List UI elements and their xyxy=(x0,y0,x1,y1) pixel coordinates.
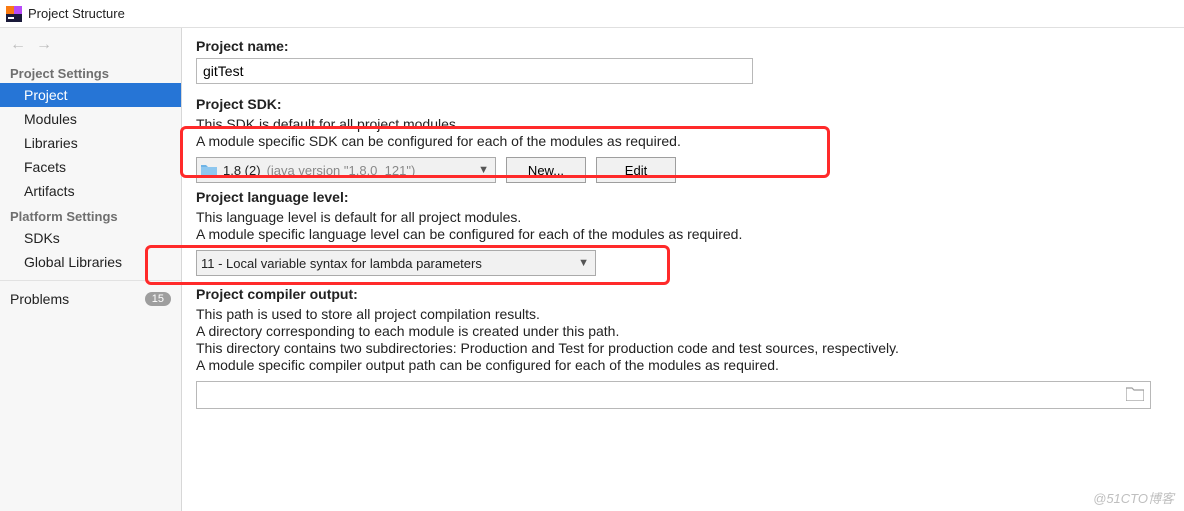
chevron-down-icon: ▼ xyxy=(478,164,489,176)
sidebar-heading-project-settings: Project Settings xyxy=(0,60,181,83)
sidebar-item-facets[interactable]: Facets xyxy=(0,155,181,179)
main-panel: Project name: Project SDK: This SDK is d… xyxy=(182,28,1184,511)
chevron-down-icon: ▼ xyxy=(578,257,589,269)
project-name-input[interactable] xyxy=(196,58,753,84)
language-level-selected: 11 - Local variable syntax for lambda pa… xyxy=(201,256,482,271)
output-desc-4: A module specific compiler output path c… xyxy=(196,357,1170,373)
sidebar-item-libraries[interactable]: Libraries xyxy=(0,131,181,155)
intellij-icon xyxy=(6,6,22,22)
output-desc-2: A directory corresponding to each module… xyxy=(196,323,1170,339)
sdk-desc-2: A module specific SDK can be configured … xyxy=(196,133,1170,149)
sdk-new-button[interactable]: New... xyxy=(506,157,586,183)
lang-desc-1: This language level is default for all p… xyxy=(196,209,1170,225)
language-level-dropdown[interactable]: 11 - Local variable syntax for lambda pa… xyxy=(196,250,596,276)
sidebar-item-global-libraries[interactable]: Global Libraries xyxy=(0,250,181,274)
window-title: Project Structure xyxy=(28,6,125,21)
sidebar-item-label: Libraries xyxy=(24,135,78,151)
sidebar-separator xyxy=(0,280,181,281)
folder-icon xyxy=(201,164,217,176)
titlebar: Project Structure xyxy=(0,0,1184,28)
sidebar-item-artifacts[interactable]: Artifacts xyxy=(0,179,181,203)
sidebar-item-label: Artifacts xyxy=(24,183,75,199)
sdk-edit-button[interactable]: Edit xyxy=(596,157,676,183)
watermark: @51CTO博客 xyxy=(1093,488,1174,507)
output-desc-1: This path is used to store all project c… xyxy=(196,306,1170,322)
sidebar-item-label: Facets xyxy=(24,159,66,175)
project-sdk-label: Project SDK: xyxy=(196,96,1170,112)
sdk-selected-detail: (java version "1.8.0_121") xyxy=(267,163,416,178)
compiler-output-label: Project compiler output: xyxy=(196,286,1170,302)
project-name-label: Project name: xyxy=(196,38,1170,54)
browse-folder-icon[interactable] xyxy=(1126,387,1144,404)
nav-arrows: ← → xyxy=(0,32,181,60)
nav-forward-button[interactable]: → xyxy=(36,36,52,54)
project-sdk-dropdown[interactable]: 1.8 (2) (java version "1.8.0_121") ▼ xyxy=(196,157,496,183)
sdk-selected-name: 1.8 (2) xyxy=(223,163,261,178)
sidebar-item-label: SDKs xyxy=(24,230,60,246)
sidebar-item-label: Problems xyxy=(10,291,69,307)
output-desc-3: This directory contains two subdirectori… xyxy=(196,340,1170,356)
compiler-output-input[interactable] xyxy=(196,381,1151,409)
nav-back-button[interactable]: ← xyxy=(10,36,26,54)
sidebar-heading-platform-settings: Platform Settings xyxy=(0,203,181,226)
language-level-label: Project language level: xyxy=(196,189,1170,205)
sidebar-item-problems[interactable]: Problems 15 xyxy=(0,287,181,311)
sidebar-item-modules[interactable]: Modules xyxy=(0,107,181,131)
problems-count-badge: 15 xyxy=(145,292,171,306)
sidebar-item-project[interactable]: Project xyxy=(0,83,181,107)
lang-desc-2: A module specific language level can be … xyxy=(196,226,1170,242)
sidebar-item-label: Global Libraries xyxy=(24,254,122,270)
sidebar-item-sdks[interactable]: SDKs xyxy=(0,226,181,250)
sdk-desc-1: This SDK is default for all project modu… xyxy=(196,116,1170,132)
sidebar-item-label: Project xyxy=(24,87,68,103)
sidebar: ← → Project Settings Project Modules Lib… xyxy=(0,28,182,511)
sidebar-item-label: Modules xyxy=(24,111,77,127)
